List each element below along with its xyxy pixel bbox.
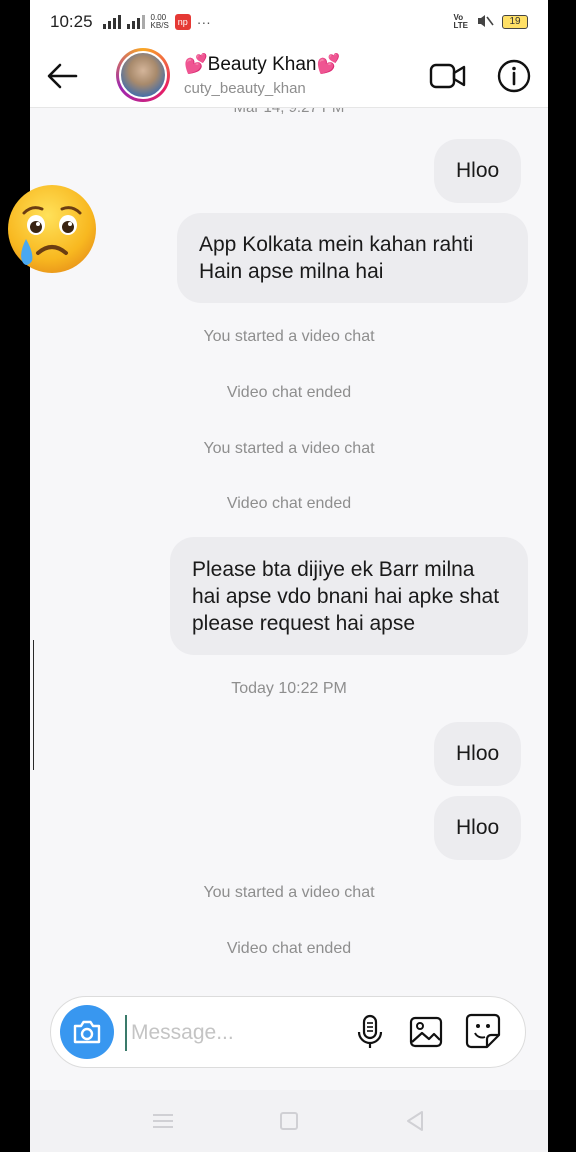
mute-icon [476,13,494,32]
date-divider: Today 10:22 PM [231,680,347,697]
dm-thread-screen: 10:25 0.00 KB/S np ··· Vo LTE 19 💕Beauty … [30,0,548,1152]
info-icon[interactable] [494,56,534,96]
system-message: Video chat ended [226,940,352,957]
display-name: 💕Beauty Khan💕 [184,54,341,75]
system-message: You started a video chat [203,884,375,901]
more-notifications-icon: ··· [196,14,211,30]
message-bubble[interactable]: Hloo [434,139,522,203]
message-text: Hloo [456,816,500,839]
avatar[interactable] [116,48,170,102]
message-bubble[interactable]: Hloo [434,796,522,860]
app-notification-icon: np [174,14,191,30]
system-message: You started a video chat [203,440,375,457]
system-message: You started a video chat [203,328,375,345]
username: cuty_beauty_khan [184,80,306,97]
message-text: Hloo [456,159,500,182]
back-triangle-icon[interactable] [401,1107,429,1135]
message-bubble[interactable]: App Kolkata mein kahan rahti Hain apse m… [177,213,528,303]
profile-name-block[interactable]: 💕Beauty Khan💕 cuty_beauty_khan [184,52,340,97]
arrow-left-icon[interactable] [42,56,82,96]
signal-icon [102,15,121,29]
system-message: Video chat ended [226,495,352,512]
battery-icon: 19 [502,15,528,29]
signal-2-icon [126,15,145,29]
message-text: Hloo [456,742,500,765]
status-time: 10:25 [50,12,93,31]
crying-face-icon [6,183,98,275]
system-message: Video chat ended [226,384,352,401]
menu-icon[interactable] [149,1107,177,1135]
divider [33,640,34,770]
microphone-icon[interactable] [351,1013,389,1051]
status-bar: 10:25 0.00 KB/S np ··· Vo LTE 19 [30,0,548,44]
date-divider: Mar 14, 9:27 PM [30,108,548,116]
message-text: App Kolkata mein kahan rahti Hain apse m… [199,233,474,283]
sticker-icon[interactable] [463,1011,503,1051]
network-speed-unit: KB/S [150,21,169,30]
system-nav-bar [30,1090,548,1152]
thread-header: 💕Beauty Khan💕 cuty_beauty_khan [30,44,548,108]
volte-icon: Vo LTE [453,13,468,30]
camera-icon[interactable] [60,1005,114,1059]
message-text: Please bta dijiye ek Barr milna hai apse… [192,558,500,635]
message-input[interactable] [125,1015,345,1051]
home-icon[interactable] [275,1107,303,1135]
message-composer [50,996,526,1068]
message-bubble[interactable]: Please bta dijiye ek Barr milna hai apse… [170,537,528,655]
video-camera-icon[interactable] [428,56,468,96]
network-speed: 0.00 KB/S [151,14,169,30]
gallery-icon[interactable] [407,1013,445,1051]
message-bubble[interactable]: Hloo [434,722,522,786]
